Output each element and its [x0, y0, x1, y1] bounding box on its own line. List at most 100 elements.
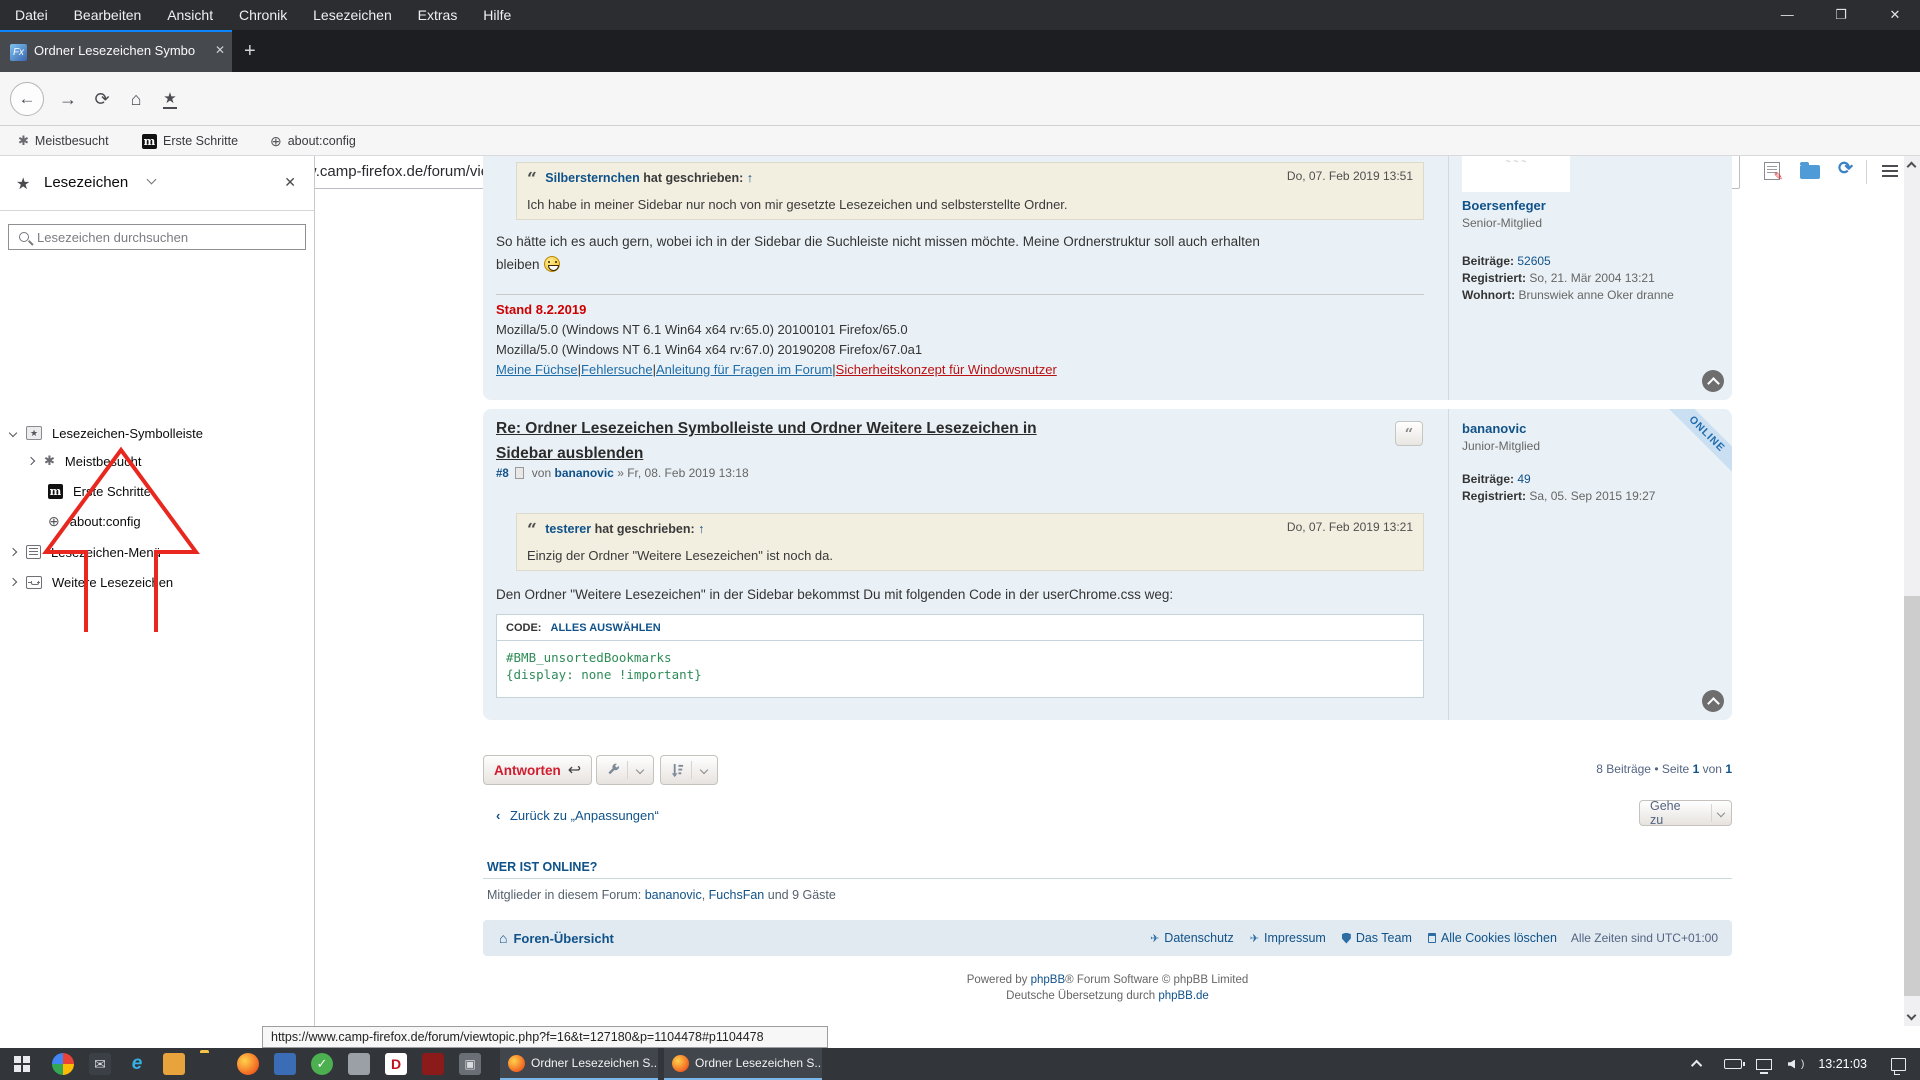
- topic-tools-button[interactable]: [596, 755, 654, 785]
- reload-button[interactable]: ⟳: [86, 72, 118, 126]
- signature-link[interactable]: Sicherheitskonzept für Windowsnutzer: [836, 362, 1057, 377]
- close-button[interactable]: ✕: [1870, 0, 1920, 30]
- twisty-open-icon[interactable]: [9, 429, 17, 437]
- vertical-scrollbar[interactable]: [1904, 156, 1920, 1026]
- phpbb-link[interactable]: phpBB: [1031, 974, 1066, 986]
- bookmark-erste-schritte[interactable]: m Erste Schritte: [142, 126, 238, 156]
- phpbb-de-link[interactable]: phpBB.de: [1158, 990, 1209, 1002]
- sidebar-search-input[interactable]: [37, 230, 287, 245]
- scroll-top-button[interactable]: [1702, 690, 1724, 712]
- battery-icon[interactable]: [1724, 1059, 1742, 1069]
- board-index-link[interactable]: Foren-Übersicht: [513, 931, 613, 946]
- sidebar-item-toolbar-folder[interactable]: ★ Lesezeichen-Symbolleiste: [10, 422, 203, 444]
- start-button[interactable]: [14, 1056, 30, 1072]
- reply-button[interactable]: Antworten ↩: [483, 755, 592, 785]
- taskbar-app-mail-icon[interactable]: [89, 1053, 111, 1075]
- taskbar-app-icon[interactable]: [422, 1053, 444, 1075]
- posts-count-link[interactable]: 52605: [1517, 254, 1550, 268]
- quote-author-link[interactable]: Silbersternchen: [545, 171, 639, 185]
- sidebar-title[interactable]: Lesezeichen: [44, 174, 128, 191]
- twisty-closed-icon[interactable]: [9, 548, 17, 556]
- code-content[interactable]: #BMB_unsortedBookmarks {display: none !i…: [497, 641, 1423, 691]
- quote-author-link[interactable]: testerer: [545, 522, 591, 536]
- forward-button[interactable]: →: [52, 72, 84, 126]
- sidebar-close-icon[interactable]: ✕: [284, 174, 296, 191]
- taskbar-app-icon[interactable]: [163, 1053, 185, 1075]
- goto-dropdown-button[interactable]: Gehe zu: [1639, 800, 1732, 826]
- signature-link[interactable]: Meine Füchse: [496, 362, 578, 377]
- post-title-link[interactable]: Re: Ordner Lesezeichen Symbolleiste und …: [496, 416, 1076, 466]
- imprint-link[interactable]: Impressum: [1264, 931, 1326, 945]
- member-link[interactable]: FuchsFan: [709, 888, 765, 902]
- scroll-down-arrow[interactable]: [1907, 1011, 1917, 1021]
- chevron-down-icon[interactable]: [147, 175, 157, 185]
- bookmark-about-config[interactable]: ⊕ about:config: [270, 126, 356, 156]
- scrollbar-thumb[interactable]: [1904, 596, 1920, 996]
- hidden-icons-chevron[interactable]: [1691, 1060, 1702, 1071]
- sort-button[interactable]: [660, 755, 718, 785]
- tab-close-icon[interactable]: ✕: [215, 43, 225, 57]
- hamburger-menu-icon[interactable]: [1882, 165, 1898, 167]
- menu-item-tools[interactable]: Extras: [407, 0, 469, 30]
- sidebar-item-erste-schritte[interactable]: m Erste Schritte: [48, 480, 151, 502]
- post-number-link[interactable]: #8: [496, 468, 509, 480]
- taskbar-clock[interactable]: 13:21:03: [1818, 1057, 1867, 1071]
- notes-extension-icon[interactable]: [1764, 162, 1780, 180]
- taskbar-app-icon[interactable]: ▣: [459, 1053, 481, 1075]
- sidebar-item-other-bookmarks[interactable]: Weitere Lesezeichen: [10, 571, 173, 593]
- back-button[interactable]: ←: [8, 72, 46, 126]
- member-link[interactable]: bananovic: [645, 888, 702, 902]
- signature-link[interactable]: Fehlersuche: [581, 362, 653, 377]
- delete-cookies-link[interactable]: Alle Cookies löschen: [1441, 931, 1557, 945]
- taskbar-app-browser-icon[interactable]: [52, 1053, 74, 1075]
- privacy-link[interactable]: Datenschutz: [1164, 931, 1233, 945]
- library-button[interactable]: ★: [154, 72, 186, 126]
- menu-item-file[interactable]: Datei: [4, 0, 59, 30]
- taskbar-window-firefox-2[interactable]: Ordner Lesezeichen S...: [664, 1048, 822, 1080]
- taskbar-app-ie-icon[interactable]: e: [126, 1053, 148, 1075]
- home-button[interactable]: ⌂: [120, 72, 152, 126]
- sidebar-item-meistbesucht[interactable]: ✱ Meistbesucht: [28, 450, 142, 472]
- taskbar-window-firefox-1[interactable]: Ordner Lesezeichen S...: [500, 1048, 658, 1080]
- scroll-top-button[interactable]: [1702, 370, 1724, 392]
- select-all-link[interactable]: ALLES AUSWÄHLEN: [551, 622, 661, 634]
- signature-link[interactable]: Anleitung für Fragen im Forum: [656, 362, 832, 377]
- tab-active[interactable]: Fx Ordner Lesezeichen Symbo ✕: [0, 30, 232, 72]
- quote-jump-icon[interactable]: ↑: [747, 171, 753, 185]
- new-tab-button[interactable]: +: [244, 38, 256, 64]
- action-center-icon[interactable]: [1891, 1058, 1906, 1071]
- scroll-up-arrow[interactable]: [1907, 162, 1917, 172]
- taskbar-antivirus-icon[interactable]: ✓: [311, 1053, 333, 1075]
- profile-username-link[interactable]: bananovic: [1462, 421, 1526, 436]
- back-to-forum-link[interactable]: ‹ Zurück zu „Anpassungen“: [496, 808, 659, 823]
- maximize-button[interactable]: ❐: [1816, 0, 1866, 30]
- folder-extension-icon[interactable]: [1800, 165, 1820, 179]
- navigation-toolbar: ← → ⟳ ⌂ ★ i https://www.camp-firefox.de/…: [0, 72, 1920, 126]
- bookmark-meistbesucht[interactable]: ✱ Meistbesucht: [18, 126, 109, 156]
- sync-extension-icon[interactable]: ⟳: [1838, 158, 1853, 179]
- speaker-icon[interactable]: [1788, 1060, 1795, 1069]
- taskbar-firefox-icon[interactable]: [237, 1053, 259, 1075]
- taskbar-app-d-icon[interactable]: D: [385, 1053, 407, 1075]
- sidebar-item-about-config[interactable]: ⊕ about:config: [48, 510, 141, 532]
- menu-item-help[interactable]: Hilfe: [472, 0, 522, 30]
- twisty-closed-icon[interactable]: [27, 457, 35, 465]
- quote-jump-icon[interactable]: ↑: [698, 522, 704, 536]
- avatar[interactable]: ~ ~ ~: [1462, 156, 1570, 192]
- team-link[interactable]: Das Team: [1356, 931, 1412, 945]
- menu-item-history[interactable]: Chronik: [228, 0, 298, 30]
- network-icon[interactable]: [1756, 1059, 1772, 1070]
- menu-item-view[interactable]: Ansicht: [156, 0, 224, 30]
- post-author-link[interactable]: bananovic: [555, 466, 614, 480]
- posts-count-link[interactable]: 49: [1517, 472, 1530, 486]
- sidebar-item-bookmarks-menu[interactable]: Lesezeichen-Menü: [10, 541, 161, 563]
- minimize-button[interactable]: —: [1762, 0, 1812, 30]
- taskbar-app-icon[interactable]: [274, 1053, 296, 1075]
- menu-item-edit[interactable]: Bearbeiten: [63, 0, 153, 30]
- twisty-closed-icon[interactable]: [9, 578, 17, 586]
- menu-item-bookmarks[interactable]: Lesezeichen: [302, 0, 403, 30]
- profile-username-link[interactable]: Boersenfeger: [1462, 198, 1546, 213]
- quote-post-button[interactable]: “: [1395, 421, 1423, 446]
- sidebar-search-box[interactable]: [8, 224, 306, 250]
- taskbar-app-icon[interactable]: [348, 1053, 370, 1075]
